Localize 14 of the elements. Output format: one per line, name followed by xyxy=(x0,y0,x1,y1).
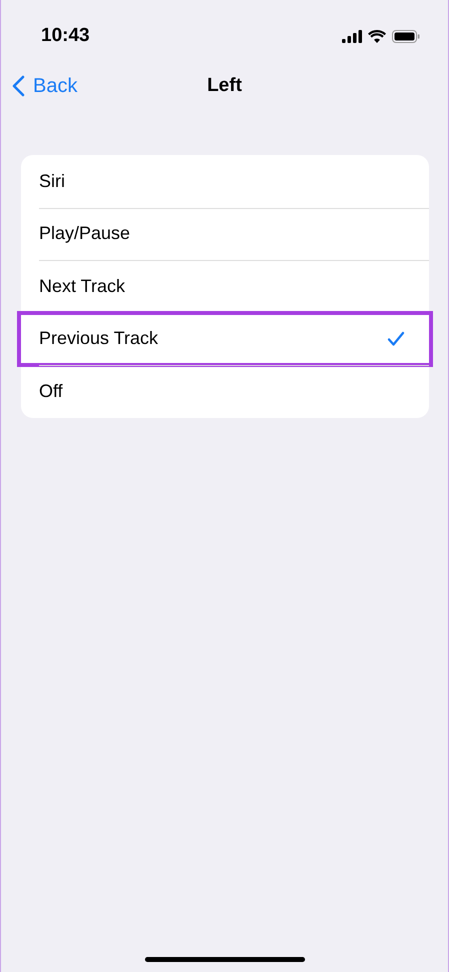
home-indicator[interactable] xyxy=(144,957,304,962)
status-time: 10:43 xyxy=(41,25,90,47)
checkmark-icon xyxy=(387,330,405,347)
option-row[interactable]: Off xyxy=(21,365,429,418)
battery-icon xyxy=(392,30,420,42)
option-row[interactable]: Next Track xyxy=(21,260,429,312)
wifi-icon xyxy=(368,30,386,42)
option-row[interactable]: Play/Pause xyxy=(21,208,429,260)
screen-title: Left xyxy=(207,75,242,97)
option-row[interactable]: Siri xyxy=(21,155,429,208)
signal-icon xyxy=(342,30,362,42)
chevron-left-icon xyxy=(12,75,25,97)
back-button[interactable]: Back xyxy=(1,74,78,98)
option-row[interactable]: Previous Track xyxy=(19,312,431,365)
